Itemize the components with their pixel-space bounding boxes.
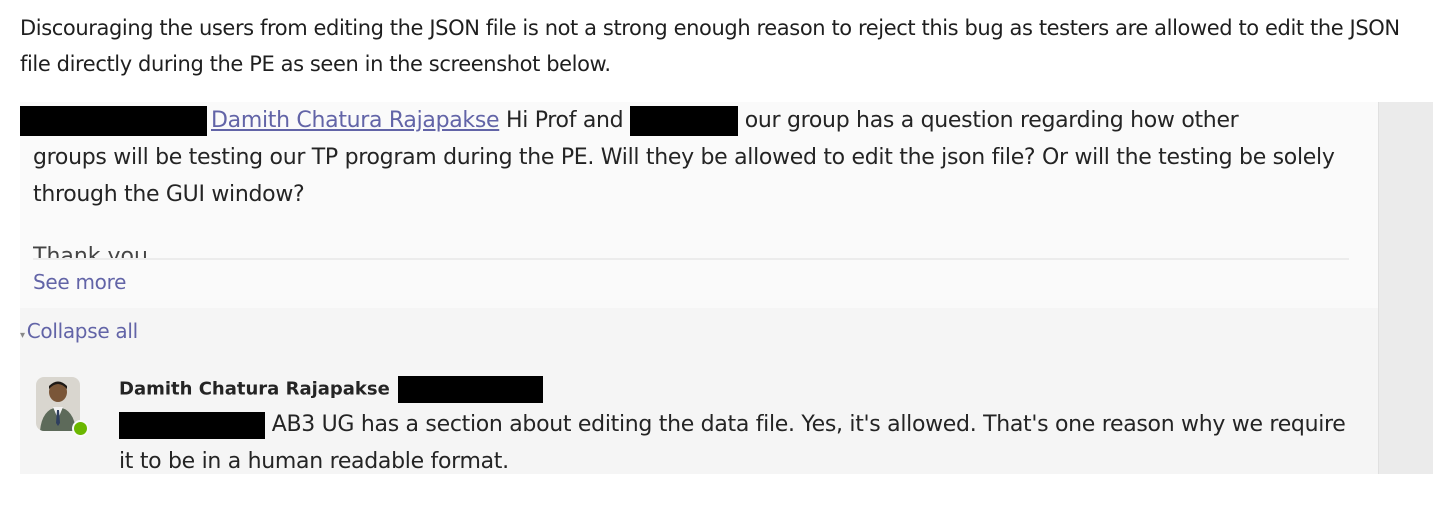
collapse-all-label: Collapse all [26,319,138,343]
original-message: Damith Chatura Rajapakse Hi Prof and our… [20,102,1378,308]
reply-author[interactable]: Damith Chatura Rajapakse [119,379,390,400]
message-body: Damith Chatura Rajapakse Hi Prof and our… [20,102,1350,213]
caret-icon: ▾ [20,330,25,341]
redacted-block [397,376,543,403]
reply-header: Damith Chatura Rajapakse [119,376,543,403]
collapse-all-link[interactable]: ▾ Collapse all [20,319,138,343]
teams-screenshot: Damith Chatura Rajapakse Hi Prof and our… [20,102,1432,474]
mention-link[interactable]: Damith Chatura Rajapakse [211,108,500,133]
truncated-line: Thank you [33,246,148,258]
divider [33,258,1349,260]
intro-paragraph: Discouraging the users from editing the … [20,16,1400,76]
message-continued: groups will be testing our TP program du… [33,145,1335,207]
scroll-gutter [1378,102,1433,474]
redacted-block [20,106,207,136]
reply-body: AB3 UG has a section about editing the d… [119,406,1349,480]
redacted-block [630,106,739,136]
see-more-link[interactable]: See more [33,270,126,294]
message-text-2: our group has a question regarding how o… [738,108,1239,133]
message-first-line: Damith Chatura Rajapakse Hi Prof and our… [20,102,1350,139]
redacted-block [119,411,265,439]
message-text-1: Hi Prof and [499,108,631,133]
presence-available-icon [72,420,89,437]
reply-text: AB3 UG has a section about editing the d… [119,412,1346,474]
